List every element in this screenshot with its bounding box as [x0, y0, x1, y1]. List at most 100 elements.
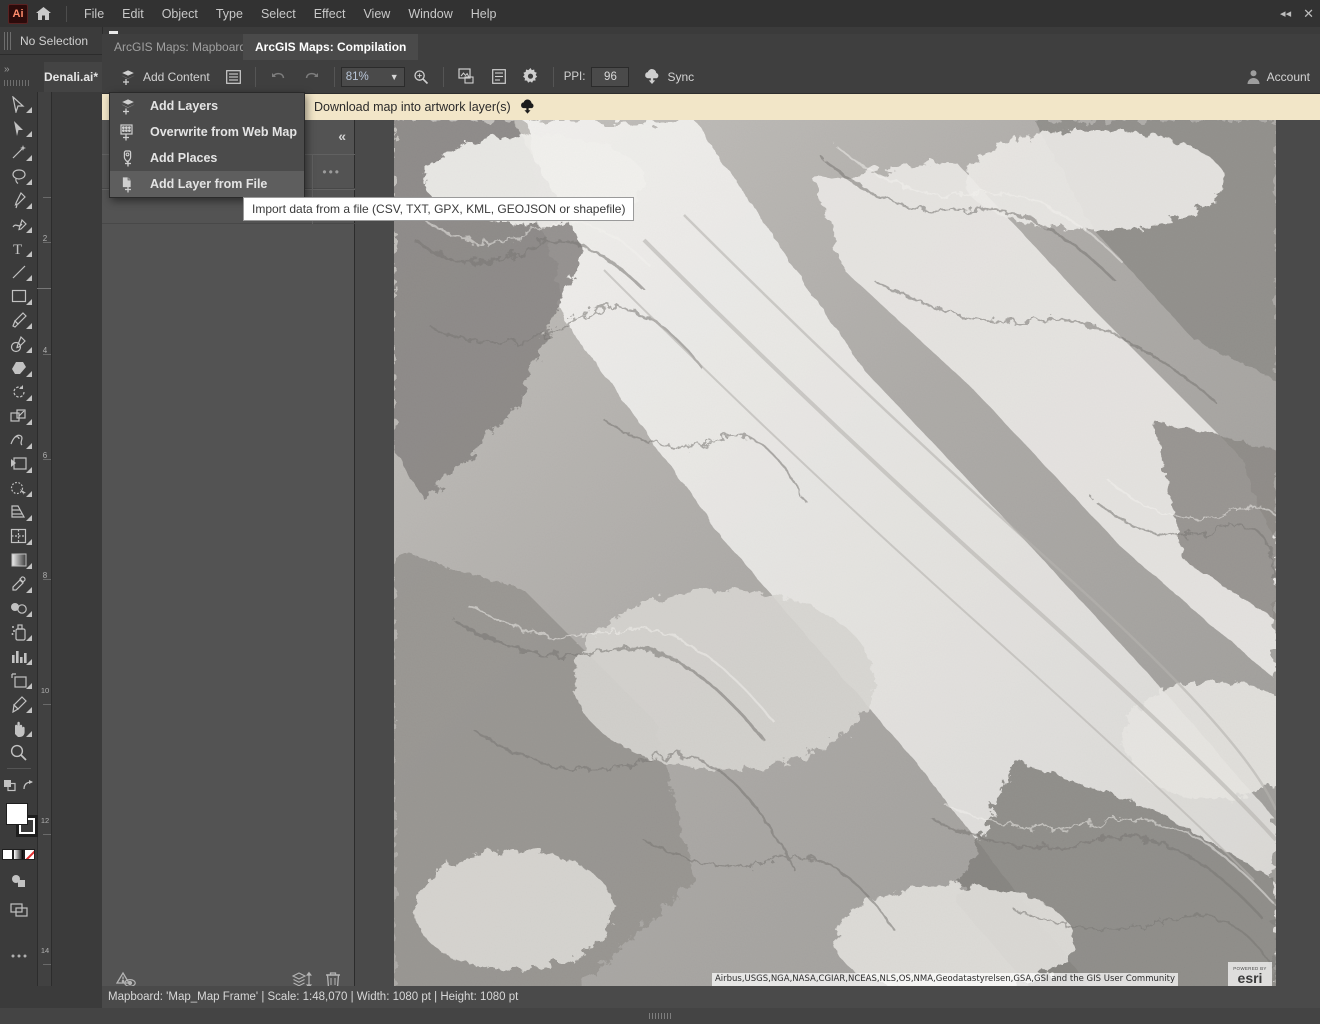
tab-arcgis-compilation[interactable]: ArcGIS Maps: Compilation — [243, 34, 418, 60]
hand-tool[interactable] — [0, 716, 38, 740]
type-tool[interactable]: T — [0, 236, 38, 260]
panel-collapse-button[interactable]: « — [338, 128, 344, 144]
map-canvas[interactable]: Airbus,USGS,NGA,NASA,CGIAR,NCEAS,NLS,OS,… — [355, 120, 1320, 1000]
status-left-pad — [0, 986, 102, 1008]
menu-effect[interactable]: Effect — [305, 3, 355, 25]
account-button[interactable]: Account — [1246, 69, 1310, 84]
download-cloud-icon — [643, 69, 661, 85]
plugin-toolbar: Add Content 81% ▼ — [102, 60, 1320, 94]
menu-help[interactable]: Help — [462, 3, 506, 25]
chevron-down-icon: ▼ — [390, 72, 399, 82]
doc-tab-grip[interactable] — [4, 80, 30, 86]
menu-item-label: Add Places — [148, 151, 217, 165]
perspective-grid-tool[interactable] — [0, 500, 38, 524]
sync-label: Sync — [667, 70, 694, 84]
expand-arrows-icon[interactable]: » — [4, 64, 10, 75]
direct-selection-tool[interactable] — [0, 116, 38, 140]
menu-item-label: Overwrite from Web Map — [148, 125, 297, 139]
menu-item-add-places[interactable]: Add Places — [110, 145, 304, 171]
column-graph-tool[interactable] — [0, 644, 38, 668]
add-places-icon — [120, 150, 138, 167]
scale-tool[interactable] — [0, 404, 38, 428]
width-tool[interactable] — [0, 428, 38, 452]
change-screen-mode-icon[interactable] — [0, 773, 38, 797]
paintbrush-tool[interactable] — [0, 308, 38, 332]
contents-list-button[interactable] — [218, 60, 249, 94]
ppi-input[interactable]: 96 — [591, 67, 629, 87]
menu-divider — [66, 6, 67, 22]
fill-swatch[interactable] — [6, 803, 28, 825]
line-segment-tool[interactable] — [0, 260, 38, 284]
zoom-level-select[interactable]: 81% ▼ — [341, 67, 405, 87]
rectangle-tool[interactable] — [0, 284, 38, 308]
rotate-tool[interactable] — [0, 380, 38, 404]
account-label: Account — [1267, 70, 1310, 84]
gradient-tool[interactable] — [0, 548, 38, 572]
free-transform-tool[interactable] — [0, 452, 38, 476]
undo-button[interactable] — [262, 60, 295, 94]
sync-extent-button[interactable] — [450, 60, 484, 94]
slice-tool[interactable] — [0, 692, 38, 716]
zoom-tool[interactable] — [0, 740, 38, 764]
none-swatch[interactable] — [24, 849, 35, 860]
blend-tool[interactable] — [0, 596, 38, 620]
menu-item-add-layers[interactable]: Add Layers — [110, 93, 304, 119]
app-logo-icon: Ai — [8, 4, 28, 24]
bottom-grip[interactable] — [649, 1013, 671, 1019]
add-layer-file-icon — [120, 176, 138, 193]
shaper-tool[interactable] — [0, 332, 38, 356]
control-bar-grip[interactable] — [4, 32, 12, 50]
symbol-sprayer-tool[interactable] — [0, 620, 38, 644]
sync-extent-icon — [458, 68, 476, 85]
menu-object[interactable]: Object — [153, 3, 207, 25]
sync-button[interactable]: Sync — [635, 60, 702, 94]
shape-builder-tool[interactable] — [0, 476, 38, 500]
menu-file[interactable]: File — [75, 3, 113, 25]
row-menu-icon[interactable]: ••• — [322, 165, 341, 179]
selection-status: No Selection — [20, 34, 88, 48]
redo-button[interactable] — [295, 60, 328, 94]
menu-item-overwrite-from-web-map[interactable]: Overwrite from Web Map — [110, 119, 304, 145]
menu-item-add-layer-from-file[interactable]: Add Layer from File — [110, 171, 304, 197]
lasso-tool[interactable] — [0, 164, 38, 188]
document-tab-denali[interactable]: Denali.ai* — [44, 62, 102, 92]
download-cloud-icon[interactable] — [519, 99, 536, 115]
home-icon[interactable] — [28, 0, 58, 27]
status-bar: Mapboard: 'Map_Map Frame' | Scale: 1:48,… — [102, 986, 1320, 1008]
menu-select[interactable]: Select — [252, 3, 305, 25]
add-content-button[interactable]: Add Content — [112, 60, 218, 94]
pen-tool[interactable] — [0, 188, 38, 212]
menu-bar: Ai File Edit Object Type Select Effect V… — [0, 0, 1320, 27]
mesh-tool[interactable] — [0, 524, 38, 548]
user-avatar-icon — [1246, 69, 1261, 84]
menu-view[interactable]: View — [354, 3, 399, 25]
toolbar-divider-3 — [443, 67, 444, 87]
tab-arcgis-mapboards[interactable]: ArcGIS Maps: Mapboards — [102, 34, 264, 60]
more-tools-ellipsis-icon[interactable] — [0, 944, 38, 968]
legend-button[interactable] — [484, 60, 514, 94]
menu-type[interactable]: Type — [207, 3, 252, 25]
selection-tool[interactable] — [0, 92, 38, 116]
vertical-ruler[interactable]: 2 4 6 8 10 12 14 — [38, 92, 52, 1024]
artboard-tool[interactable] — [0, 668, 38, 692]
ppi-label: PPI: — [564, 71, 586, 83]
close-icon[interactable]: ✕ — [1303, 6, 1314, 22]
map-viewport[interactable]: Airbus,USGS,NGA,NASA,CGIAR,NCEAS,NLS,OS,… — [394, 120, 1276, 992]
eraser-tool[interactable] — [0, 356, 38, 380]
screen-modes-icon[interactable] — [0, 898, 38, 922]
zoom-tool-button[interactable] — [405, 60, 437, 94]
curvature-tool[interactable] — [0, 212, 38, 236]
draw-mode-icon[interactable] — [0, 868, 38, 892]
menu-window[interactable]: Window — [399, 3, 461, 25]
svg-text:T: T — [13, 242, 22, 256]
ruler-tick-label: 12 — [39, 817, 51, 824]
ruler-tick-label: 10 — [39, 687, 51, 694]
menu-edit[interactable]: Edit — [113, 3, 153, 25]
collapse-panel-icon[interactable]: ◂◂ — [1280, 7, 1291, 20]
settings-button[interactable] — [514, 60, 547, 94]
magic-wand-tool[interactable] — [0, 140, 38, 164]
color-swatch[interactable] — [2, 849, 13, 860]
gradient-swatch[interactable] — [13, 849, 24, 860]
eyedropper-tool[interactable] — [0, 572, 38, 596]
fill-stroke-swatches[interactable] — [0, 801, 38, 847]
